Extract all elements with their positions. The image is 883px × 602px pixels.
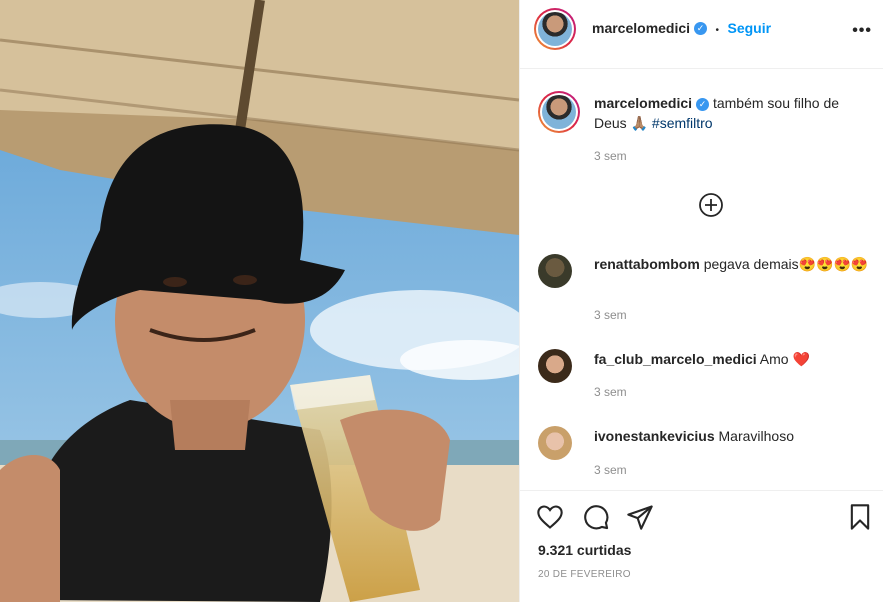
likes-count[interactable]: 9.321 curtidas bbox=[538, 542, 631, 558]
caption-avatar[interactable] bbox=[538, 91, 580, 133]
comment-item: renattabombom pegava demais😍😍😍😍 3 sem bbox=[538, 254, 868, 324]
comment-time: 3 sem bbox=[594, 385, 627, 399]
verified-icon: ✓ bbox=[696, 97, 710, 111]
comment-avatar[interactable] bbox=[538, 426, 572, 460]
comment-username[interactable]: fa_club_marcelo_medici bbox=[594, 351, 757, 367]
comment-avatar[interactable] bbox=[538, 349, 572, 383]
comment-avatar[interactable] bbox=[538, 254, 572, 288]
post-caption: marcelomedici ✓ também sou filho de Deus … bbox=[538, 91, 868, 171]
comment-icon[interactable] bbox=[582, 503, 610, 531]
comment-text: pegava demais😍😍😍😍 bbox=[703, 256, 869, 272]
comment-item: fa_club_marcelo_medici Amo ❤️ 3 sem bbox=[538, 349, 868, 404]
comment-item: ivonestankevicius Maravilhoso 3 sem bbox=[538, 426, 868, 481]
caption-time: 3 sem bbox=[594, 149, 627, 163]
verified-icon: ✓ bbox=[694, 22, 708, 36]
caption-username[interactable]: marcelomedici bbox=[594, 95, 692, 111]
post-image bbox=[0, 0, 519, 602]
comment-username[interactable]: renattabombom bbox=[594, 256, 700, 272]
load-more-comments-icon[interactable] bbox=[699, 193, 723, 217]
post-date[interactable]: 20 DE FEVEREIRO bbox=[538, 569, 631, 580]
separator-dot: • bbox=[715, 25, 720, 36]
author-username[interactable]: marcelomedici bbox=[592, 20, 690, 36]
post-header: marcelomedici ✓ • Seguir ••• bbox=[520, 0, 883, 69]
comment-text: Amo ❤️ bbox=[759, 351, 810, 367]
more-options-icon[interactable]: ••• bbox=[852, 22, 872, 40]
caption-hashtag[interactable]: #semfiltro bbox=[652, 115, 713, 131]
bookmark-icon[interactable] bbox=[846, 503, 874, 531]
comment-username[interactable]: ivonestankevicius bbox=[594, 428, 715, 444]
post-sidebar: marcelomedici ✓ • Seguir ••• marcelomedic… bbox=[519, 0, 883, 602]
comment-time: 3 sem bbox=[594, 463, 627, 477]
follow-button[interactable]: Seguir bbox=[727, 20, 771, 36]
comment-time: 3 sem bbox=[594, 308, 627, 322]
post-actions: 9.321 curtidas 20 DE FEVEREIRO bbox=[520, 490, 883, 602]
comment-text: Maravilhoso bbox=[718, 428, 794, 444]
heart-icon[interactable] bbox=[536, 503, 564, 531]
post-photo[interactable] bbox=[0, 0, 519, 602]
author-avatar[interactable] bbox=[534, 8, 576, 50]
share-icon[interactable] bbox=[626, 503, 654, 531]
